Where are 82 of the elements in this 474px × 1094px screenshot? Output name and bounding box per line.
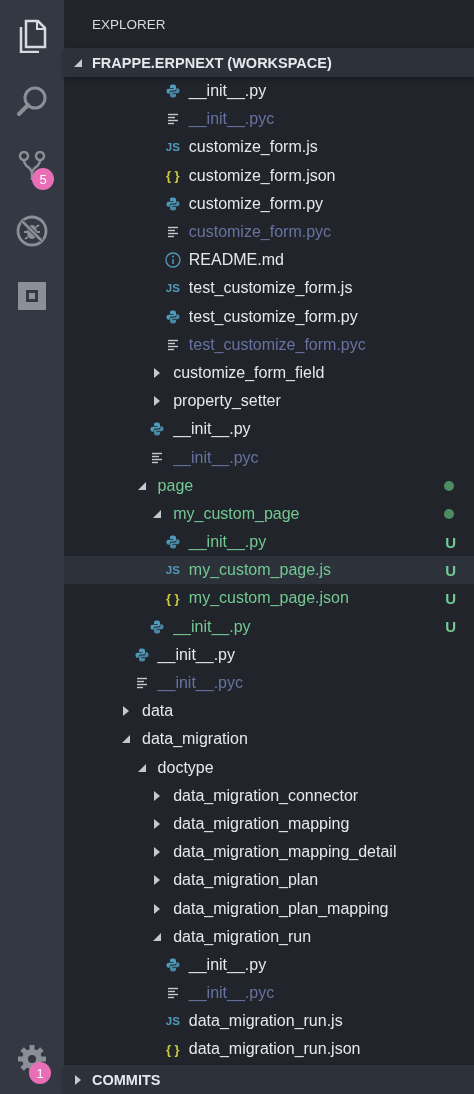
- file-row[interactable]: test_customize_form.py: [64, 302, 474, 331]
- expanded-arrow-icon[interactable]: [153, 932, 162, 941]
- json-icon: { }: [165, 168, 180, 184]
- folder-row[interactable]: property_setter: [64, 387, 474, 416]
- workspace-header[interactable]: FRAPPE.ERPNEXT (WORKSPACE): [64, 48, 474, 77]
- python-icon: [165, 309, 180, 324]
- file-row[interactable]: customize_form.py: [64, 189, 474, 218]
- collapsed-arrow-icon[interactable]: [154, 818, 161, 829]
- status-dot-icon: [444, 480, 454, 491]
- file-row[interactable]: README.md: [64, 246, 474, 275]
- folder-row[interactable]: data_migration_connector: [64, 781, 474, 810]
- js-icon: JS: [165, 282, 180, 295]
- folder-row[interactable]: page: [64, 471, 474, 500]
- git-status-label: U: [445, 561, 456, 579]
- folder-row[interactable]: data_migration_mapping_detail: [64, 838, 474, 867]
- python-icon: [165, 84, 180, 99]
- file-row[interactable]: JS my_custom_page.js U: [64, 556, 474, 585]
- file-row[interactable]: __init__.py: [64, 415, 474, 444]
- python-icon: [165, 957, 180, 972]
- folder-row[interactable]: data: [64, 697, 474, 726]
- lines-icon: [166, 987, 179, 1000]
- expanded-arrow-icon[interactable]: [74, 58, 82, 67]
- python-icon: [134, 647, 149, 662]
- python-icon: [165, 535, 180, 550]
- folder-row[interactable]: my_custom_page: [64, 499, 474, 528]
- file-row[interactable]: { } customize_form.json: [64, 161, 474, 190]
- lines-icon: [135, 677, 148, 690]
- lines-icon: [166, 338, 179, 351]
- lines-icon: [166, 226, 179, 239]
- git-status-label: U: [445, 533, 456, 551]
- file-row[interactable]: { } my_custom_page.json U: [64, 584, 474, 613]
- file-row[interactable]: __init__.py: [64, 950, 474, 979]
- collapsed-arrow-icon[interactable]: [75, 1074, 81, 1085]
- file-row[interactable]: JS test_customize_form.js: [64, 274, 474, 303]
- branch-icon[interactable]: [18, 149, 46, 182]
- count-badge: 1: [29, 1062, 51, 1084]
- js-icon: JS: [165, 1015, 180, 1028]
- status-dot-icon: [444, 508, 454, 519]
- folder-row[interactable]: data_migration: [64, 725, 474, 754]
- file-row[interactable]: JS data_migration_run.js: [64, 1007, 474, 1036]
- file-row[interactable]: JS customize_form.js: [64, 133, 474, 162]
- commits-header[interactable]: COMMITS: [64, 1065, 474, 1094]
- expanded-arrow-icon[interactable]: [153, 509, 162, 518]
- json-icon: { }: [165, 1041, 180, 1057]
- folder-row[interactable]: doctype: [64, 753, 474, 782]
- folder-row[interactable]: data_migration_run: [64, 922, 474, 951]
- collapsed-arrow-icon[interactable]: [123, 706, 129, 717]
- collapsed-arrow-icon[interactable]: [154, 875, 161, 886]
- expanded-arrow-icon[interactable]: [137, 763, 146, 772]
- no-bug-icon[interactable]: [16, 214, 48, 247]
- js-icon: JS: [165, 564, 180, 577]
- lines-icon: [166, 113, 179, 126]
- info-icon: [164, 252, 181, 269]
- expanded-arrow-icon[interactable]: [137, 481, 146, 490]
- panel-title: EXPLORER: [91, 15, 167, 34]
- search-icon[interactable]: [16, 84, 48, 117]
- collapsed-arrow-icon[interactable]: [154, 903, 161, 914]
- git-status-label: U: [445, 589, 456, 607]
- folder-row[interactable]: data_migration_mapping: [64, 809, 474, 839]
- extensions-icon[interactable]: [17, 280, 47, 311]
- file-row[interactable]: { } data_migration_run.json: [64, 1035, 474, 1064]
- json-icon: { }: [165, 590, 180, 606]
- folder-row[interactable]: customize_form_field: [64, 358, 474, 388]
- lines-icon: [151, 451, 164, 464]
- collapsed-arrow-icon[interactable]: [154, 790, 161, 801]
- js-icon: JS: [165, 141, 180, 154]
- file-row[interactable]: __init__.py U: [64, 528, 474, 557]
- expanded-arrow-icon[interactable]: [122, 735, 130, 744]
- file-row[interactable]: __init__.py U: [64, 612, 474, 641]
- folder-row[interactable]: data_migration_plan: [64, 866, 474, 895]
- file-row[interactable]: __init__.py: [64, 77, 474, 106]
- files-icon[interactable]: [17, 18, 47, 53]
- file-row[interactable]: __init__.py: [64, 640, 474, 669]
- python-icon: [150, 619, 165, 634]
- collapsed-arrow-icon[interactable]: [154, 367, 161, 378]
- python-icon: [165, 196, 180, 211]
- folder-row[interactable]: data_migration_plan_mapping: [64, 894, 474, 923]
- collapsed-arrow-icon[interactable]: [154, 847, 161, 858]
- git-status-label: U: [445, 618, 456, 636]
- python-icon: [150, 422, 165, 437]
- count-badge: 5: [32, 168, 54, 190]
- collapsed-arrow-icon[interactable]: [154, 396, 161, 407]
